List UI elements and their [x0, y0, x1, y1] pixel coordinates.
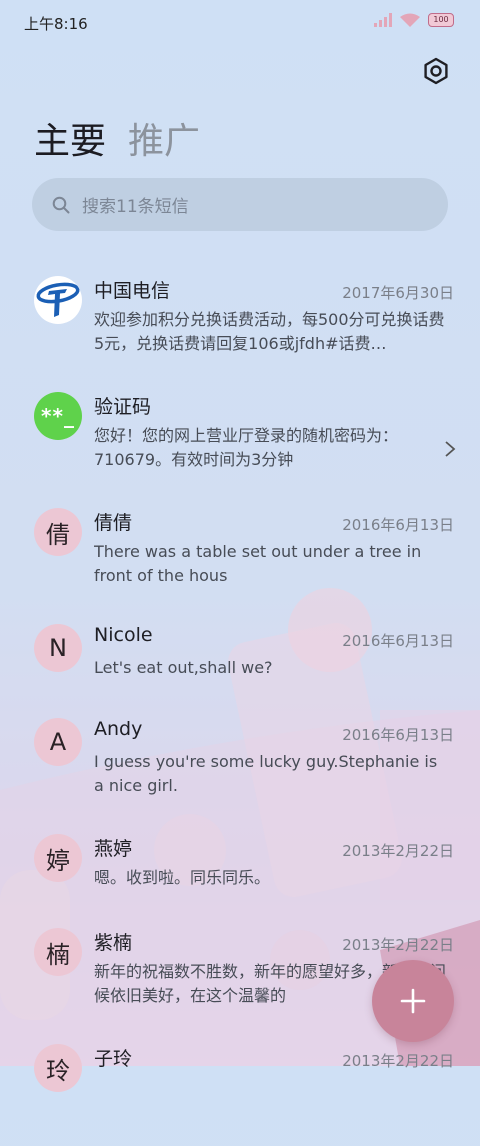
message-date: 2013年2月22日 [342, 1052, 454, 1070]
settings-gear-icon[interactable] [422, 57, 450, 85]
message-preview: There was a table set out under a tree i… [94, 542, 422, 585]
message-preview: 您好！您的网上营业厅登录的随机密码为：710679。有效时间为3分钟 [94, 426, 399, 469]
china-telecom-logo-icon [34, 276, 82, 324]
tab-main[interactable]: 主要 [34, 112, 106, 164]
contact-name: Nicole [94, 624, 153, 646]
search-bar[interactable]: 搜索11条短信 [32, 178, 448, 231]
contact-name: 验证码 [94, 396, 152, 418]
conversation-row[interactable]: **_ 验证码 您好！您的网上营业厅登录的随机密码为：710679。有效时间为3… [0, 378, 480, 494]
tab-bar: 主要 推广 [34, 112, 200, 164]
status-bar: 上午8:16 100 [0, 0, 480, 46]
tab-promo[interactable]: 推广 [128, 112, 200, 164]
conversation-row[interactable]: A Andy 2016年6月13日 I guess you're some lu… [0, 704, 480, 820]
search-input[interactable]: 搜索11条短信 [82, 192, 189, 217]
contact-name: 子玲 [94, 1048, 133, 1070]
contact-name: 倩倩 [94, 512, 133, 534]
avatar: 楠 [34, 928, 82, 976]
avatar: **_ [34, 392, 82, 440]
message-date: 2016年6月13日 [342, 516, 454, 534]
conversation-row[interactable]: 倩 倩倩 2016年6月13日 There was a table set ou… [0, 494, 480, 610]
contact-name: Andy [94, 718, 143, 740]
message-date: 2013年2月22日 [342, 842, 454, 860]
message-date: 2017年6月30日 [342, 284, 454, 302]
message-preview: Let's eat out,shall we? [94, 658, 273, 677]
chevron-right-icon[interactable] [444, 440, 456, 458]
avatar: N [34, 624, 82, 672]
message-date: 2013年2月22日 [342, 936, 454, 954]
avatar: 婷 [34, 834, 82, 882]
conversation-row[interactable]: 中国电信 2017年6月30日 欢迎参加积分兑换话费活动，每500分可兑换话费5… [0, 262, 480, 378]
contact-name: 燕婷 [94, 838, 133, 860]
status-time: 上午8:16 [24, 15, 88, 33]
avatar: A [34, 718, 82, 766]
message-preview: 欢迎参加积分兑换话费活动，每500分可兑换话费5元，兑换话费请回复106或jfd… [94, 310, 445, 353]
wifi-icon [400, 13, 420, 27]
signal-icon [374, 13, 392, 27]
message-date: 2016年6月13日 [342, 726, 454, 744]
message-preview: 嗯。收到啦。同乐同乐。 [94, 868, 271, 887]
message-date: 2016年6月13日 [342, 632, 454, 650]
conversation-row[interactable]: 玲 子玲 2013年2月22日 [0, 1030, 480, 1146]
avatar: 倩 [34, 508, 82, 556]
new-message-button[interactable] [372, 960, 454, 1042]
plus-icon [400, 988, 426, 1014]
battery-icon: 100 [428, 13, 454, 27]
message-preview: I guess you're some lucky guy.Stephanie … [94, 752, 438, 795]
contact-name: 中国电信 [94, 280, 171, 302]
status-icons: 100 [374, 13, 454, 27]
search-icon [52, 196, 70, 213]
contact-name: 紫楠 [94, 932, 133, 954]
conversation-row[interactable]: N Nicole 2016年6月13日 Let's eat out,shall … [0, 610, 480, 704]
conversation-row[interactable]: 婷 燕婷 2013年2月22日 嗯。收到啦。同乐同乐。 [0, 820, 480, 914]
avatar: 玲 [34, 1044, 82, 1092]
